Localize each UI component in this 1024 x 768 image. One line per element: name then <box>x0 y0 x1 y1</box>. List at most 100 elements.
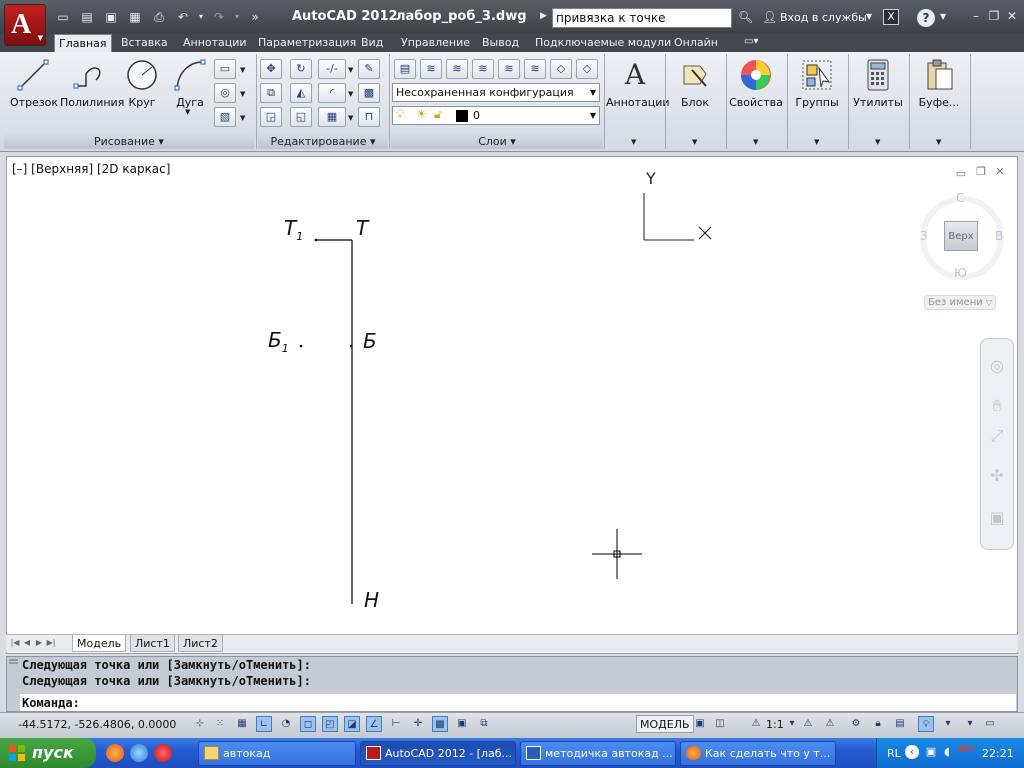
arc-tool[interactable]: Дуга <box>172 58 208 109</box>
chevron-down-icon[interactable]: ▼ <box>348 114 353 122</box>
chevron-down-icon[interactable]: ▼ <box>185 108 190 116</box>
internet-explorer-icon[interactable] <box>130 744 148 762</box>
user-icon[interactable]: 👤︎ <box>762 10 777 24</box>
erase-icon[interactable]: ✎ <box>358 59 380 79</box>
hardware-acceleration-icon[interactable]: ▤ <box>892 716 908 732</box>
language-indicator[interactable]: RL <box>887 747 901 760</box>
ucs-select[interactable]: Без имени ▽ <box>924 295 996 310</box>
layout-tab-model[interactable]: Модель <box>72 635 127 652</box>
minimize-icon[interactable]: – <box>968 8 984 24</box>
tab-plugins[interactable]: Подключаемые модули <box>531 34 675 52</box>
layer-unisolate-icon[interactable]: ≋ <box>524 59 546 79</box>
plot-icon[interactable]: ⎙ <box>152 10 166 24</box>
lineweight-icon[interactable]: ✛ <box>410 716 426 732</box>
cursor-coordinates[interactable]: -44.5172, -526.4806, 0.0000 <box>18 718 176 731</box>
groups-tool[interactable]: Группы <box>790 58 844 109</box>
trim-icon[interactable]: -/- <box>318 59 346 79</box>
fillet-icon[interactable]: ◜ <box>318 83 346 103</box>
transparency-icon[interactable]: ▩ <box>432 716 448 732</box>
stretch-icon[interactable]: ◲ <box>260 107 282 127</box>
viewport-controls-label[interactable]: [–] [Верхняя] [2D каркас] <box>12 162 170 176</box>
viewcube-top-face[interactable]: Верх <box>944 221 978 251</box>
polar-tracking-icon[interactable]: ◔ <box>278 716 294 732</box>
array-icon[interactable]: ▦ <box>318 107 346 127</box>
taskbar-item-folder[interactable]: автокад <box>198 741 356 766</box>
isolate-objects-icon[interactable]: 💡︎ <box>918 716 934 732</box>
snap-mode-icon[interactable]: ⁙ <box>212 716 228 732</box>
chevron-down-icon[interactable]: ▼ <box>940 12 946 21</box>
hatch-icon[interactable]: ▧ <box>214 107 236 127</box>
chevron-down-icon[interactable]: ▼ <box>348 66 353 74</box>
taskbar-item-autocad[interactable]: AutoCAD 2012 - [лаб... <box>360 741 516 766</box>
chevron-down-icon[interactable]: ▼ <box>866 12 872 21</box>
tab-parametric[interactable]: Параметризация <box>254 34 360 52</box>
quick-view-layouts-icon[interactable]: ▣ <box>692 716 708 732</box>
command-line-grip[interactable] <box>9 658 18 708</box>
drawing-viewport[interactable] <box>6 156 1018 654</box>
compass-west[interactable]: З <box>920 229 928 243</box>
model-space-button[interactable]: МОДЕЛЬ <box>636 715 694 733</box>
chevron-down-icon[interactable]: ▼ <box>240 114 245 122</box>
utilities-tool[interactable]: Утилиты <box>851 58 905 109</box>
tray-expand-icon[interactable]: ‹ <box>905 745 919 759</box>
grid-display-icon[interactable]: ▦ <box>234 716 250 732</box>
tab-manage[interactable]: Управление <box>397 34 474 52</box>
pan-hand-icon[interactable]: ✋︎ <box>984 396 1010 418</box>
layer-freeze-icon[interactable]: ◇ <box>550 59 572 79</box>
ellipse-icon[interactable]: ◎ <box>214 83 236 103</box>
toolbar-lock-icon[interactable]: 🔒︎ <box>870 716 886 732</box>
volume-icon[interactable]: ◖ <box>940 745 954 759</box>
ortho-mode-icon[interactable]: ∟ <box>256 716 272 732</box>
layout-tab-sheet1[interactable]: Лист1 <box>130 635 175 652</box>
chevron-down-icon[interactable]: ▼ <box>753 138 758 146</box>
chevron-down-icon[interactable]: ▾ <box>784 716 800 732</box>
rectangle-icon[interactable]: ▭ <box>214 59 236 79</box>
dynamic-ucs-icon[interactable]: ∠ <box>366 716 382 732</box>
clean-screen-icon[interactable]: ▭ <box>982 716 998 732</box>
annotations-tool[interactable]: A Аннотации <box>606 58 670 109</box>
annotation-scale-icon[interactable]: ⚠︎ <box>748 716 764 732</box>
annotation-visibility-icon[interactable]: ⚠︎ <box>800 716 816 732</box>
clipboard-tool[interactable]: Буфе... <box>912 58 966 109</box>
showmotion-icon[interactable]: ▣ <box>984 508 1010 530</box>
layers-panel-title[interactable]: Слои ▾ <box>391 134 603 149</box>
viewport-close-icon[interactable]: ✕ <box>994 166 1006 178</box>
tab-insert[interactable]: Вставка <box>117 34 172 52</box>
zoom-extents-icon[interactable]: ⤢ <box>984 426 1010 448</box>
layer-isolate-icon[interactable]: ≋ <box>498 59 520 79</box>
opera-icon[interactable] <box>154 744 172 762</box>
first-layout-icon[interactable]: |◀ <box>10 638 20 648</box>
chevron-down-icon[interactable]: ▼ <box>814 138 819 146</box>
taskbar-item-firefox[interactable]: Как сделать что у т... <box>680 741 836 766</box>
search-input[interactable] <box>552 8 732 28</box>
compass-north[interactable]: С <box>956 191 964 205</box>
mirror-icon[interactable]: ◭ <box>290 83 312 103</box>
layer-color-swatch[interactable] <box>456 110 468 122</box>
chevron-down-icon[interactable]: ▼ <box>875 138 880 146</box>
save-icon[interactable]: ▣ <box>104 10 118 24</box>
tab-annotate[interactable]: Аннотации <box>179 34 251 52</box>
tab-home[interactable]: Главная <box>54 34 112 52</box>
annotation-scale-value[interactable]: 1:1 <box>766 718 784 731</box>
ribbon-minimize-icon[interactable]: ▭▾ <box>744 36 758 47</box>
block-tool[interactable]: Блок <box>668 58 722 109</box>
status-bar-menu-icon[interactable]: ▾ <box>962 716 978 732</box>
move-icon[interactable]: ✥ <box>260 59 282 79</box>
scale-icon[interactable]: ◱ <box>290 107 312 127</box>
search-expand-icon[interactable]: ▶ <box>540 11 547 21</box>
compass-east[interactable]: В <box>995 229 1003 243</box>
chevron-down-icon[interactable]: ▼ <box>631 138 636 146</box>
layer-previous-icon[interactable]: ≋ <box>472 59 494 79</box>
3d-object-snap-icon[interactable]: ◰ <box>322 716 338 732</box>
layer-unlock-icon[interactable]: 🔓︎ <box>434 107 442 122</box>
object-snap-tracking-icon[interactable]: ◪ <box>344 716 360 732</box>
chevron-down-icon[interactable]: ▼ <box>240 66 245 74</box>
circle-tool[interactable]: Круг <box>124 58 160 109</box>
last-layout-icon[interactable]: ▶| <box>46 638 56 648</box>
close-icon[interactable]: ✕ <box>1004 8 1020 24</box>
auto-scale-icon[interactable]: ⚠︎ <box>822 716 838 732</box>
network-icon[interactable]: ▣ <box>924 745 938 759</box>
selection-cycling-icon[interactable]: ⧉ <box>476 716 492 732</box>
modify-panel-title[interactable]: Редактирование ▾ <box>258 134 388 149</box>
copy-icon[interactable]: ⧉ <box>260 83 282 103</box>
